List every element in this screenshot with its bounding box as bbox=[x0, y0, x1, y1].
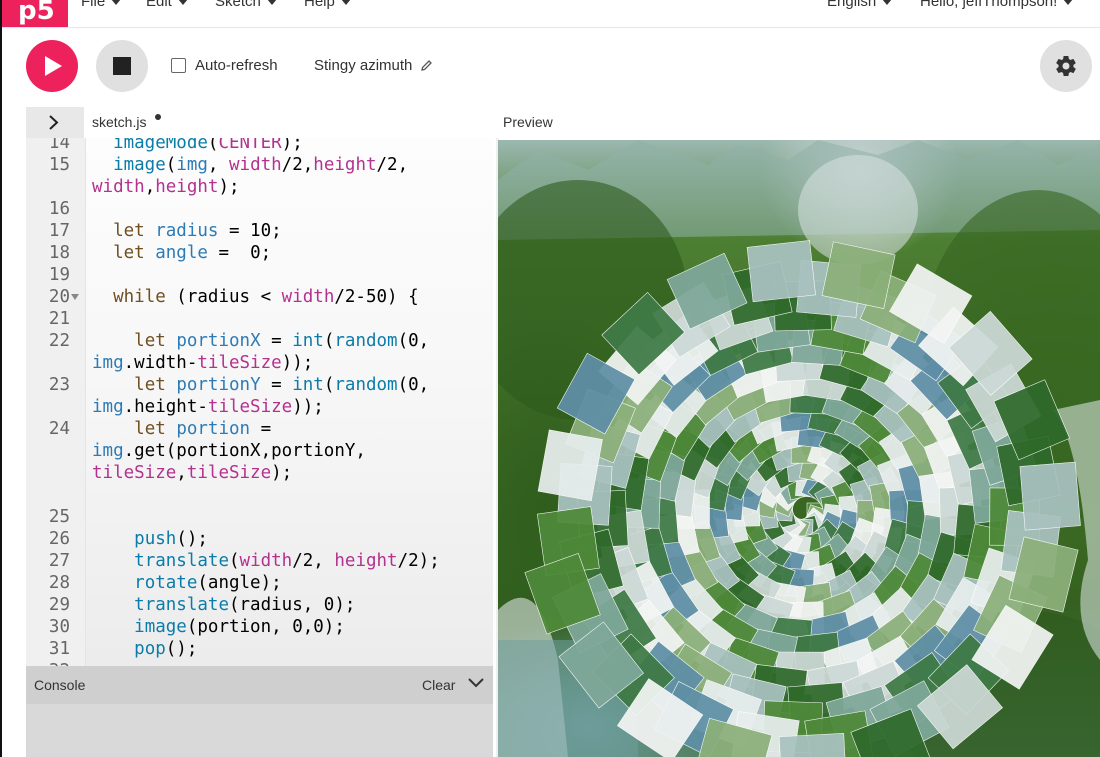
menu-edit[interactable]: Edit bbox=[146, 0, 188, 10]
line-number: 18 bbox=[48, 243, 70, 263]
code-text: image(img, width/2,height/2, bbox=[113, 155, 409, 175]
console-header: Console Clear bbox=[26, 666, 493, 704]
line-number: 25 bbox=[48, 507, 70, 527]
code-text: push(); bbox=[134, 529, 208, 549]
menu-file-label: File bbox=[81, 0, 106, 10]
line-number: 23 bbox=[48, 375, 70, 395]
menu-sketch[interactable]: Sketch bbox=[215, 0, 277, 10]
editor-header: sketch.js bbox=[26, 107, 496, 138]
user-menu[interactable]: Hello, jeffThompson! bbox=[920, 0, 1074, 10]
code-text: image(portion, 0,0); bbox=[134, 617, 345, 637]
line-number: 16 bbox=[48, 199, 70, 219]
menu-help-label: Help bbox=[304, 0, 335, 10]
code-text: let radius = 10; bbox=[113, 221, 282, 241]
play-button[interactable] bbox=[26, 40, 78, 92]
menu-help[interactable]: Help bbox=[304, 0, 351, 10]
code-text: let angle = 0; bbox=[113, 243, 272, 263]
sketch-preview-canvas[interactable] bbox=[498, 140, 1100, 757]
caret-down-icon bbox=[177, 0, 188, 5]
auto-refresh-toggle[interactable]: Auto-refresh bbox=[171, 57, 278, 74]
line-number: 28 bbox=[48, 573, 70, 593]
line-number: 21 bbox=[48, 309, 70, 329]
language-label: English bbox=[827, 0, 877, 10]
code-text: img.height-tileSize)); bbox=[92, 397, 324, 417]
code-text: rotate(angle); bbox=[134, 573, 282, 593]
line-number: 15 bbox=[48, 155, 70, 175]
image-tile bbox=[746, 240, 816, 303]
chevron-down-icon[interactable] bbox=[468, 677, 484, 689]
code-text: let portionY = int(random(0, bbox=[134, 375, 430, 395]
line-number: 29 bbox=[48, 595, 70, 615]
line-number: 14 bbox=[48, 138, 70, 153]
code-text: translate(width/2, height/2); bbox=[134, 551, 440, 571]
line-number: 19 bbox=[48, 265, 70, 285]
caret-down-icon bbox=[882, 0, 893, 5]
line-number: 22 bbox=[48, 331, 70, 351]
spiral-tile-artwork bbox=[498, 140, 1100, 757]
code-text: tileSize,tileSize); bbox=[92, 463, 293, 483]
line-number: 26 bbox=[48, 529, 70, 549]
auto-refresh-label: Auto-refresh bbox=[195, 57, 278, 74]
code-text: imageMode(CENTER); bbox=[113, 138, 303, 153]
p5-editor-window: p5 File Edit Sketch Help English Hello, … bbox=[2, 0, 1100, 757]
line-number: 24 bbox=[48, 419, 70, 439]
code-editor[interactable]: 14 imageMode(CENTER); 15 image(img, width… bbox=[26, 138, 493, 666]
console-panel: Console Clear bbox=[26, 666, 493, 757]
line-number: 27 bbox=[48, 551, 70, 571]
sketch-name-label: Stingy azimuth bbox=[314, 57, 413, 74]
caret-down-icon bbox=[1063, 0, 1074, 5]
caret-down-icon bbox=[111, 0, 122, 5]
line-number: 31 bbox=[48, 639, 70, 659]
code-text: let portion = bbox=[134, 419, 272, 439]
chevron-right-icon bbox=[49, 115, 59, 130]
unsaved-indicator bbox=[155, 114, 161, 120]
code-text: img.width-tileSize)); bbox=[92, 353, 314, 373]
image-tile bbox=[1019, 461, 1081, 531]
p5-logo[interactable]: p5 bbox=[2, 0, 68, 27]
pencil-icon[interactable] bbox=[420, 59, 433, 72]
menu-file[interactable]: File bbox=[81, 0, 122, 10]
line-number: 20 bbox=[48, 287, 70, 307]
caret-down-icon bbox=[266, 0, 277, 5]
console-title: Console bbox=[34, 677, 86, 693]
code-text: while (radius < width/2-50) { bbox=[113, 287, 419, 307]
gear-icon bbox=[1056, 56, 1076, 77]
toolbar: Auto-refresh Stingy azimuth bbox=[2, 28, 1100, 104]
code-text: translate(radius, 0); bbox=[134, 595, 356, 615]
console-clear-button[interactable]: Clear bbox=[422, 677, 455, 693]
fold-arrow-icon[interactable] bbox=[71, 294, 79, 300]
settings-button[interactable] bbox=[1040, 40, 1092, 92]
code-text: let portionX = int(random(0, bbox=[134, 331, 430, 351]
stop-button[interactable] bbox=[96, 40, 148, 92]
play-icon bbox=[45, 56, 62, 76]
line-number: 17 bbox=[48, 221, 70, 241]
sidebar-toggle-button[interactable] bbox=[26, 107, 84, 138]
sketch-name[interactable]: Stingy azimuth bbox=[314, 57, 433, 74]
stop-icon bbox=[113, 57, 131, 75]
language-menu[interactable]: English bbox=[827, 0, 893, 10]
image-tile bbox=[778, 733, 847, 757]
menu-sketch-label: Sketch bbox=[215, 0, 261, 10]
file-tab-name[interactable]: sketch.js bbox=[92, 114, 146, 130]
preview-label: Preview bbox=[503, 114, 553, 130]
top-nav: p5 File Edit Sketch Help English Hello, … bbox=[2, 0, 1100, 28]
code-text: width,height); bbox=[92, 177, 240, 197]
code-text: pop(); bbox=[134, 639, 198, 659]
auto-refresh-checkbox[interactable] bbox=[171, 58, 186, 73]
image-tile bbox=[537, 429, 603, 502]
line-number: 30 bbox=[48, 617, 70, 637]
user-greeting: Hello, jeffThompson! bbox=[920, 0, 1058, 10]
caret-down-icon bbox=[340, 0, 351, 5]
menu-edit-label: Edit bbox=[146, 0, 172, 10]
code-text: img.get(portionX,portionY, bbox=[92, 441, 366, 461]
